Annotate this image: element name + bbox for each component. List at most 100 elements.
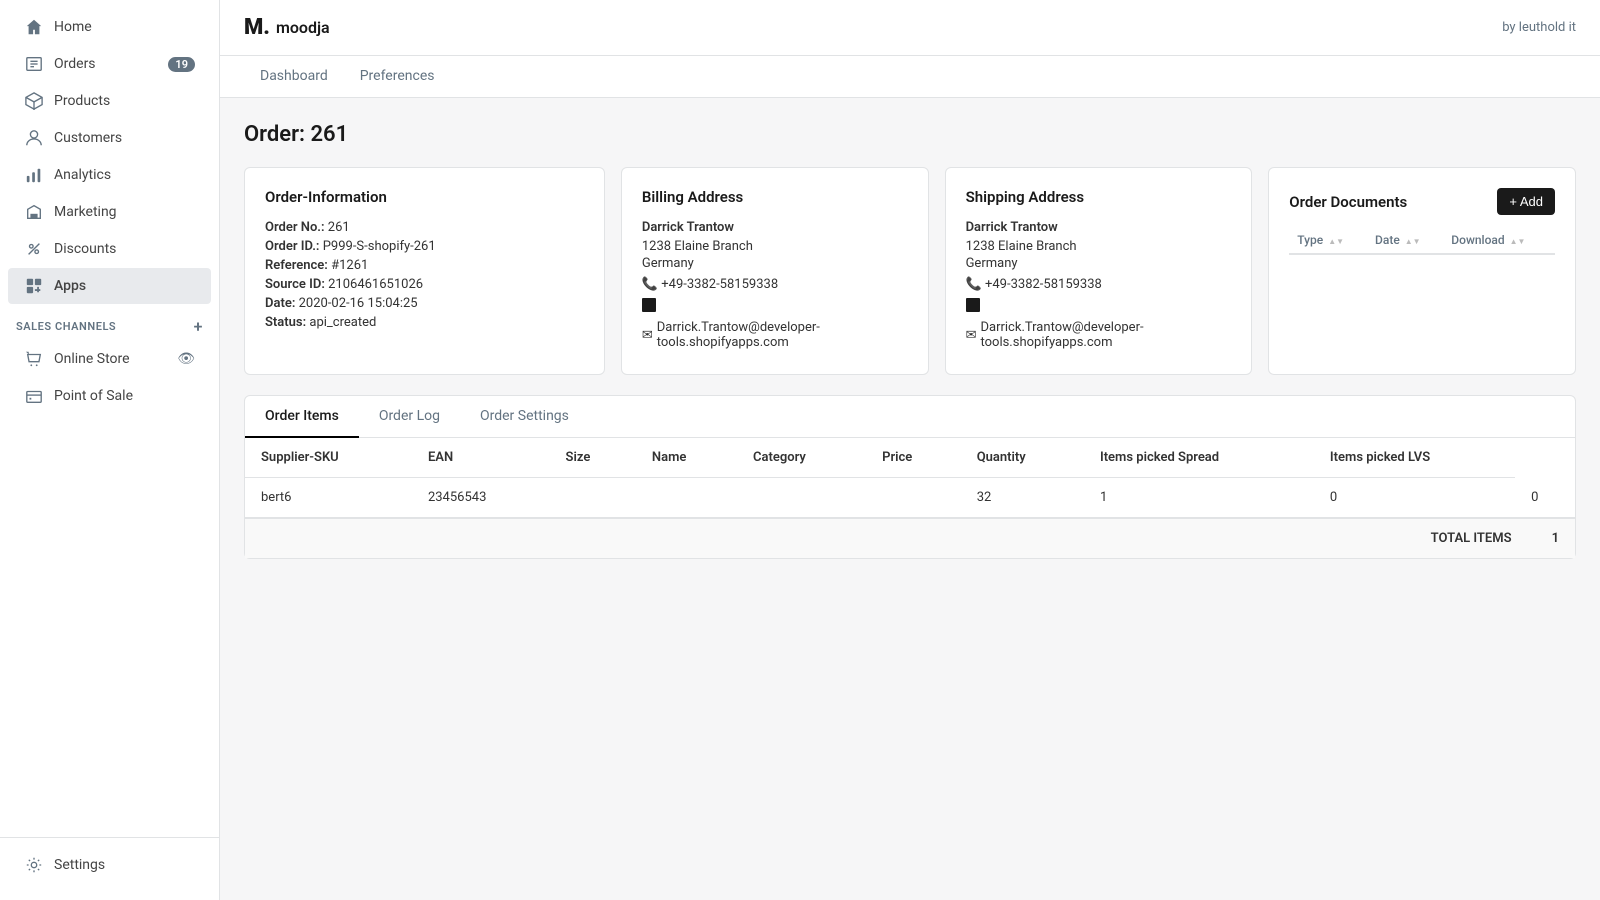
sidebar-item-marketing[interactable]: Marketing — [8, 194, 211, 230]
order-no-label: Order No.: — [265, 220, 325, 235]
shipping-email: Darrick.Trantow@developer-tools.shopifya… — [980, 320, 1231, 350]
sidebar-item-products[interactable]: Products — [8, 83, 211, 119]
app-tabs: Dashboard Preferences — [220, 56, 1600, 98]
billing-title: Billing Address — [642, 188, 908, 206]
col-name: Name — [636, 438, 737, 478]
shipping-email-icon: ✉ — [966, 328, 977, 343]
sidebar-item-orders[interactable]: Orders 19 — [8, 46, 211, 82]
billing-country: Germany — [642, 256, 908, 271]
tab-preferences[interactable]: Preferences — [344, 56, 451, 98]
email-icon: ✉ — [642, 328, 653, 343]
order-date-value: 2020-02-16 15:04:25 — [299, 296, 418, 311]
customers-icon — [24, 128, 44, 148]
sales-channels-label: SALES CHANNELS — [16, 320, 116, 333]
order-id-row: Order ID.: P999-S-shopify-261 — [265, 239, 584, 254]
col-category: Category — [737, 438, 866, 478]
add-document-button[interactable]: + Add — [1497, 188, 1555, 215]
order-section-tabs: Order Items Order Log Order Settings Sup… — [244, 395, 1576, 559]
download-sort-icon[interactable]: ▲▼ — [1510, 238, 1526, 246]
order-info-title: Order-Information — [265, 188, 584, 206]
order-source-label: Source ID: — [265, 277, 325, 292]
sidebar-bottom: Settings — [0, 837, 219, 900]
shipping-country: Germany — [966, 256, 1232, 271]
billing-street: 1238 Elaine Branch — [642, 239, 908, 254]
content-area: Order: 261 Order-Information Order No.: … — [220, 98, 1600, 900]
sidebar-label-customers: Customers — [54, 130, 195, 146]
billing-address-card: Billing Address Darrick Trantow 1238 Ela… — [621, 167, 929, 375]
order-ref-row: Reference: #1261 — [265, 258, 584, 273]
order-documents-card: Order Documents + Add Type ▲▼ Date ▲▼ — [1268, 167, 1576, 375]
order-ref-value: #1261 — [331, 258, 368, 273]
tab-dashboard[interactable]: Dashboard — [244, 56, 344, 98]
shipping-title: Shipping Address — [966, 188, 1232, 206]
col-items-picked-lvs: Items picked LVS — [1314, 438, 1515, 478]
sidebar-nav: Home Orders 19 Products Customers — [0, 0, 219, 837]
docs-col-date: Date ▲▼ — [1367, 227, 1443, 254]
sidebar-item-point-of-sale[interactable]: Point of Sale — [8, 378, 211, 414]
sidebar-item-customers[interactable]: Customers — [8, 120, 211, 156]
topbar: M. moodja by leuthold it — [220, 0, 1600, 56]
col-supplier-sku: Supplier-SKU — [245, 438, 412, 478]
billing-app-icon — [642, 298, 656, 312]
sidebar-label-home: Home — [54, 19, 195, 35]
order-date-row: Date: 2020-02-16 15:04:25 — [265, 296, 584, 311]
online-store-icon — [24, 349, 44, 369]
order-status-label: Status: — [265, 315, 306, 330]
order-status-value: api_created — [309, 315, 376, 330]
sales-channels-section: SALES CHANNELS + — [0, 305, 219, 340]
date-sort-icon[interactable]: ▲▼ — [1405, 238, 1421, 246]
sidebar-item-online-store[interactable]: Online Store 👁 — [8, 341, 211, 377]
tab-order-log[interactable]: Order Log — [359, 396, 460, 438]
sidebar-label-online-store: Online Store — [54, 351, 177, 367]
order-source-value: 2106461651026 — [328, 277, 423, 292]
sidebar-item-apps[interactable]: Apps — [8, 268, 211, 304]
documents-table: Type ▲▼ Date ▲▼ Download ▲▼ — [1289, 227, 1555, 255]
sidebar-item-settings[interactable]: Settings — [8, 847, 211, 883]
analytics-icon — [24, 165, 44, 185]
main-content: M. moodja by leuthold it Dashboard Prefe… — [220, 0, 1600, 900]
order-date-label: Date: — [265, 296, 295, 311]
phone-icon: 📞 — [642, 277, 658, 292]
add-channel-icon[interactable]: + — [194, 317, 203, 336]
tab-order-items[interactable]: Order Items — [245, 396, 359, 438]
order-no-value: 261 — [328, 220, 350, 235]
sidebar-label-orders: Orders — [54, 56, 168, 72]
products-icon — [24, 91, 44, 111]
type-sort-icon[interactable]: ▲▼ — [1328, 238, 1344, 246]
sidebar-label-apps: Apps — [54, 278, 195, 294]
docs-header: Order Documents + Add — [1289, 188, 1555, 215]
col-ean: EAN — [412, 438, 550, 478]
sidebar-item-home[interactable]: Home — [8, 9, 211, 45]
billing-phone: +49-3382-58159338 — [661, 277, 778, 292]
total-row: TOTAL ITEMS 1 — [245, 518, 1575, 558]
page-title: Order: 261 — [244, 122, 1576, 147]
order-info-card: Order-Information Order No.: 261 Order I… — [244, 167, 605, 375]
brand-by: by leuthold it — [1502, 20, 1576, 35]
home-icon — [24, 17, 44, 37]
billing-email-row: ✉ Darrick.Trantow@developer-tools.shopif… — [642, 320, 908, 350]
total-label: TOTAL ITEMS — [1431, 531, 1512, 546]
shipping-phone: +49-3382-58159338 — [985, 277, 1102, 292]
settings-icon — [24, 855, 44, 875]
brand: M. moodja — [244, 15, 330, 40]
sidebar-item-analytics[interactable]: Analytics — [8, 157, 211, 193]
sidebar-label-pos: Point of Sale — [54, 388, 195, 404]
total-value: 1 — [1552, 531, 1559, 546]
shipping-app-icon — [966, 298, 980, 312]
sidebar-item-discounts[interactable]: Discounts — [8, 231, 211, 267]
order-id-value: P999-S-shopify-261 — [323, 239, 436, 254]
sidebar: Home Orders 19 Products Customers — [0, 0, 220, 900]
order-status-row: Status: api_created — [265, 315, 584, 330]
brand-name: moodja — [276, 18, 330, 37]
pos-icon — [24, 386, 44, 406]
order-no-row: Order No.: 261 — [265, 220, 584, 235]
sidebar-label-discounts: Discounts — [54, 241, 195, 257]
online-store-eye-icon[interactable]: 👁 — [177, 351, 195, 367]
shipping-email-row: ✉ Darrick.Trantow@developer-tools.shopif… — [966, 320, 1232, 350]
brand-letter: M. — [244, 15, 270, 40]
sidebar-label-settings: Settings — [54, 857, 195, 873]
tab-order-settings[interactable]: Order Settings — [460, 396, 589, 438]
docs-col-download: Download ▲▼ — [1443, 227, 1555, 254]
cards-row: Order-Information Order No.: 261 Order I… — [244, 167, 1576, 375]
shipping-street: 1238 Elaine Branch — [966, 239, 1232, 254]
